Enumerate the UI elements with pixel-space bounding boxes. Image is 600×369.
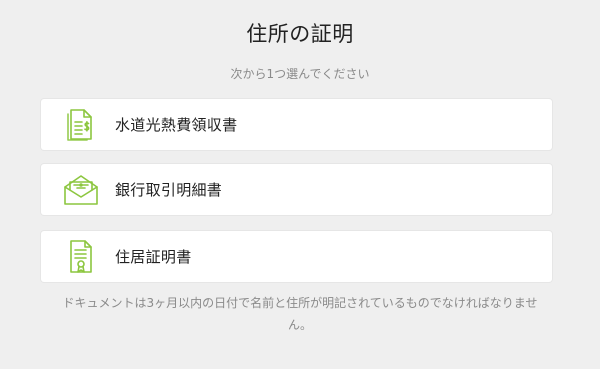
proof-of-address-screen: 住所の証明 次から1つ選んでください 水道光熱費領収書 銀行取引明細書 住居証明… <box>0 0 600 369</box>
option-label: 銀行取引明細書 <box>115 181 223 199</box>
bank-statement-envelope-icon <box>61 170 101 210</box>
option-utility-bill[interactable]: 水道光熱費領収書 <box>41 99 552 150</box>
option-residence-certificate[interactable]: 住居証明書 <box>41 231 552 282</box>
certificate-icon <box>61 237 101 277</box>
option-label: 住居証明書 <box>115 248 192 266</box>
footnote: ドキュメントは3ヶ月以内の日付で名前と住所が明記されているものでなければなりませ… <box>62 296 538 332</box>
page-title: 住所の証明 <box>246 22 354 46</box>
utility-bill-icon <box>61 105 101 145</box>
option-label: 水道光熱費領収書 <box>115 116 238 134</box>
page-subtitle: 次から1つ選んでください <box>230 67 370 81</box>
option-bank-statement[interactable]: 銀行取引明細書 <box>41 164 552 215</box>
